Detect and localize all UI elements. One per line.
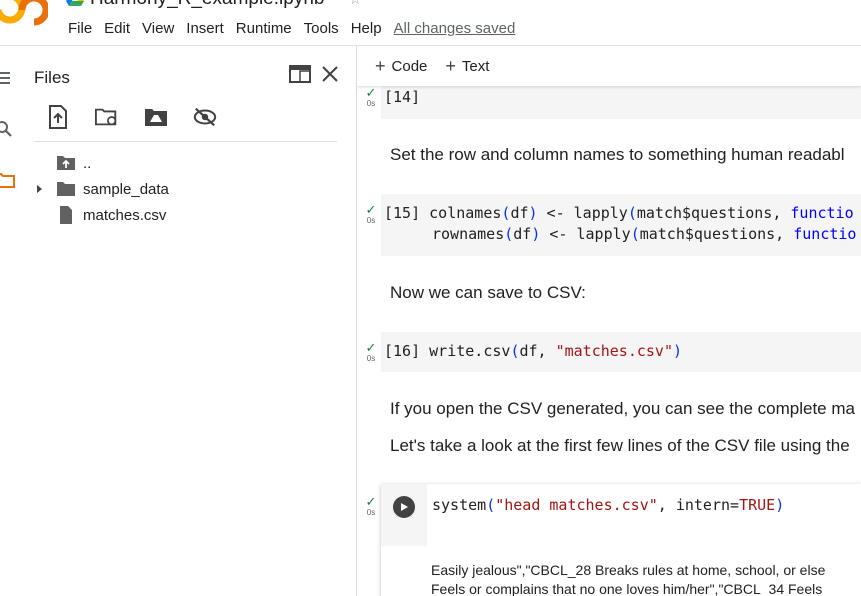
code-cell-17[interactable]: ✓ 0s system("head matches.csv", intern=T… <box>357 484 861 596</box>
execution-status: ✓ 0s <box>361 494 381 518</box>
run-cell-button[interactable] <box>393 496 415 518</box>
notebook-title[interactable]: Harmony_R_example.ipynb <box>90 0 324 10</box>
left-rail <box>0 46 22 596</box>
code-editor[interactable] <box>381 86 861 119</box>
code-line-2: rownames(df) <- lapply(match$questions, … <box>432 225 857 243</box>
tree-item-label: sample_data <box>83 180 169 198</box>
tree-item-sample-data[interactable]: sample_data <box>32 176 342 202</box>
cell-code[interactable]: system("head matches.csv", intern=TRUE) <box>432 495 784 516</box>
colab-window: Harmony_R_example.ipynb ☆ File Edit View… <box>0 0 861 596</box>
add-text-button[interactable]: + Text <box>445 56 489 77</box>
toolbar-divider <box>34 141 337 142</box>
title-row: Harmony_R_example.ipynb ☆ <box>66 0 362 10</box>
text-cell[interactable]: Let's take a look at the first few lines… <box>390 435 850 457</box>
file-icon <box>60 206 72 224</box>
files-toolbar <box>46 104 242 130</box>
cell-output-line: Feels or complains that no one loves him… <box>431 581 823 596</box>
check-icon: ✓ <box>365 494 377 509</box>
close-icon[interactable] <box>318 62 342 86</box>
header: Harmony_R_example.ipynb ☆ File Edit View… <box>0 0 861 46</box>
check-icon: ✓ <box>365 85 377 100</box>
execution-status: ✓ 0s <box>361 85 381 109</box>
code-cell-16[interactable]: ✓ 0s [16] write.csv(df, "matches.csv") <box>357 332 861 374</box>
plus-icon: + <box>375 55 386 76</box>
hide-files-button[interactable] <box>193 104 217 130</box>
folder-icon <box>57 182 75 196</box>
text-cell[interactable]: Now we can save to CSV: <box>390 282 586 304</box>
tree-item-label: matches.csv <box>83 206 167 224</box>
code-cell-15[interactable]: ✓ 0s [15] colnames(df) <- lapply(match$q… <box>357 194 861 256</box>
menu-edit[interactable]: Edit <box>98 20 136 37</box>
menu-file[interactable]: File <box>62 20 98 37</box>
tree-item-matches-csv[interactable]: matches.csv <box>32 202 342 228</box>
upload-file-icon <box>49 105 67 129</box>
save-status[interactable]: All changes saved <box>394 20 516 37</box>
code-cell-14[interactable]: ✓ 0s [14] <box>357 86 861 120</box>
menu-runtime[interactable]: Runtime <box>230 20 298 37</box>
folder-icon[interactable] <box>0 169 16 191</box>
execution-status: ✓ 0s <box>361 202 381 226</box>
search-icon[interactable] <box>0 118 16 140</box>
open-in-tab-icon[interactable] <box>288 62 312 86</box>
menu-tools[interactable]: Tools <box>298 20 345 37</box>
caret-right-icon[interactable] <box>34 184 44 194</box>
cell-output-line: Easily jealous","CBCL_28 Breaks rules at… <box>431 562 826 578</box>
mount-drive-button[interactable] <box>144 104 168 130</box>
table-of-contents-icon[interactable] <box>0 67 16 89</box>
drive-icon[interactable] <box>66 0 84 7</box>
execution-status: ✓ 0s <box>361 340 381 364</box>
tree-item-parent[interactable]: .. <box>32 150 342 176</box>
colab-logo-icon[interactable] <box>0 0 48 26</box>
upload-file-button[interactable] <box>46 104 70 130</box>
parent-folder-icon <box>57 156 75 170</box>
refresh-button[interactable] <box>95 104 119 130</box>
add-code-button[interactable]: + Code <box>375 56 427 77</box>
play-icon <box>401 503 408 511</box>
notebook-area: + Code + Text ✓ 0s [14] Set the row and co… <box>357 46 861 596</box>
notebook-toolbar: + Code + Text <box>357 46 861 86</box>
check-icon: ✓ <box>365 202 377 217</box>
eye-off-icon <box>193 107 217 127</box>
check-icon: ✓ <box>365 340 377 355</box>
menu-help[interactable]: Help <box>345 20 388 37</box>
menu-bar: File Edit View Insert Runtime Tools Help… <box>62 18 515 38</box>
cell-prompt: [14] <box>384 88 421 106</box>
files-panel: Files .. sample_data matches.csv <box>22 46 356 596</box>
tree-item-label: .. <box>83 154 92 172</box>
menu-insert[interactable]: Insert <box>180 20 230 37</box>
star-icon[interactable]: ☆ <box>348 0 361 8</box>
menu-view[interactable]: View <box>136 20 180 37</box>
plus-icon: + <box>445 55 456 76</box>
cell-prompt: [15] colnames(df) <- lapply(match$questi… <box>384 204 854 222</box>
drive-folder-icon <box>145 109 167 126</box>
folder-refresh-icon <box>95 108 117 126</box>
cell-code: [16] write.csv(df, "matches.csv") <box>384 342 683 360</box>
files-panel-title: Files <box>34 68 70 87</box>
text-cell[interactable]: Set the row and column names to somethin… <box>390 144 845 166</box>
text-cell[interactable]: If you open the CSV generated, you can s… <box>390 398 855 420</box>
file-tree: .. sample_data matches.csv <box>32 150 342 228</box>
